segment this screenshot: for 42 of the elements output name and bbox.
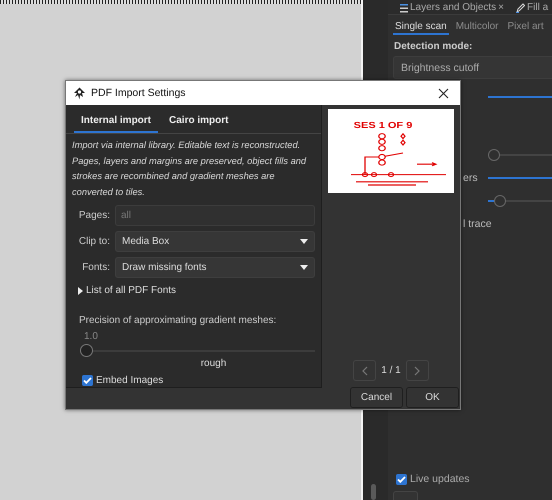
description-text: Import via internal library. Editable text is reconstructed. Pages, layers and margins are preserved, object fills and strokes are recombined and gradient meshes are converted to tiles. [71, 139, 308, 198]
slider-caption: rough [200, 358, 228, 369]
input-field[interactable]: all [115, 205, 315, 226]
mode-tab[interactable]: Multicolor [454, 20, 500, 35]
checkbox[interactable] [82, 375, 93, 386]
field-label: Pages: [78, 210, 110, 221]
slider-thumb[interactable] [80, 344, 93, 357]
mode-tab[interactable]: Single scan [393, 20, 449, 35]
slider-label: Precision of approximating gradient meshes: [79, 315, 278, 326]
dialog-button[interactable]: OK [406, 387, 459, 408]
mode-tab[interactable]: Pixel art [506, 20, 546, 35]
checkbox-label: Live updates [410, 473, 470, 485]
field-label: Clip to: [78, 236, 110, 247]
caret-icon [300, 265, 308, 270]
pen-icon [516, 2, 526, 12]
slider-thumb[interactable] [488, 148, 500, 160]
detection-mode-label: Detection mode: [394, 41, 474, 52]
page-indicator: 1 / 1 [381, 365, 401, 376]
slider-thumb[interactable] [494, 194, 506, 206]
option-label: ers [463, 172, 479, 184]
caret-icon [300, 239, 308, 244]
close-icon [438, 88, 448, 98]
dropdown[interactable]: Draw missing fonts [115, 257, 315, 278]
dropdown[interactable]: Media Box [115, 231, 315, 252]
preview-heading: SES 1 OF 9 [354, 121, 412, 131]
expander[interactable]: List of all PDF Fonts [78, 285, 321, 296]
dialog-button[interactable]: Cancel [350, 387, 403, 408]
checkbox-label: Embed Images [96, 375, 164, 386]
detection-mode-dropdown[interactable]: Brightness cutoff [393, 56, 552, 79]
field-label: Fonts: [81, 262, 110, 273]
slider-value: 1.0 [84, 331, 99, 342]
chevron-left-icon [362, 366, 368, 376]
app-icon [73, 86, 86, 100]
tab[interactable]: Cairo import [162, 105, 236, 133]
dock-tab[interactable]: Layers and Objects × [400, 1, 504, 14]
checkbox[interactable] [396, 474, 407, 484]
dock-tab[interactable]: Fill a [516, 1, 548, 14]
chevron-right-icon [414, 366, 420, 376]
scrollbar-thumb[interactable] [371, 484, 376, 500]
window-title: PDF Import Settings [91, 87, 187, 99]
layers-icon [400, 2, 408, 12]
tab[interactable]: Internal import [74, 105, 158, 133]
